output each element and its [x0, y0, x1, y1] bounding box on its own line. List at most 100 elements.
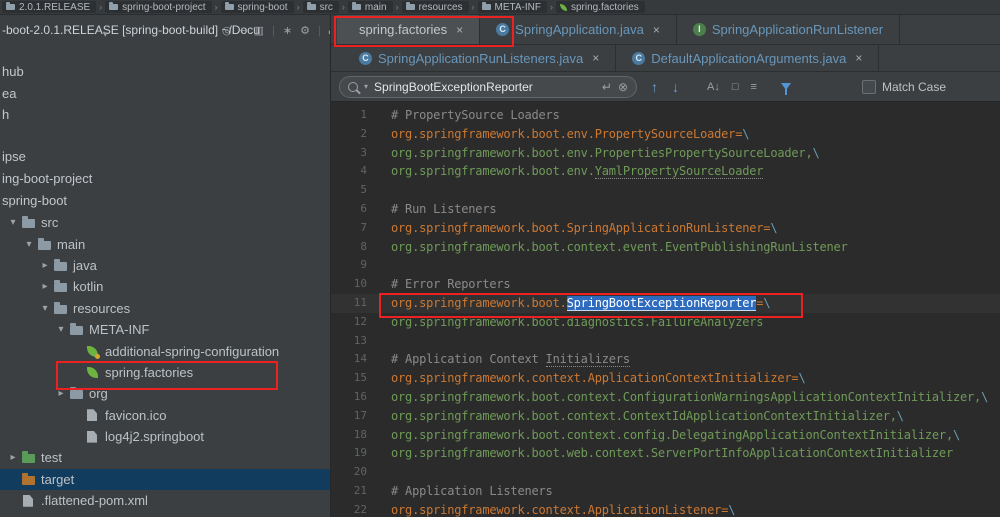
scroll-to-source-icon[interactable]: ∗: [283, 24, 292, 37]
code-line[interactable]: 16 org.springframework.boot.context.Confi…: [331, 388, 1000, 407]
chevron-right-icon[interactable]: ▸: [38, 260, 52, 271]
tree-item-spring-factories[interactable]: spring.factories: [0, 362, 330, 383]
breadcrumb-item-spring-boot[interactable]: spring-boot: [220, 1, 294, 13]
breadcrumb-item-main[interactable]: main: [347, 1, 393, 13]
code-line[interactable]: 3 org.springframework.boot.env.Properties…: [331, 144, 1000, 163]
settings-gear-icon[interactable]: ⚙: [300, 24, 310, 37]
breadcrumb-item-release[interactable]: 2.0.1.RELEASE: [2, 1, 97, 13]
code-line[interactable]: 10 # Error Reporters: [331, 275, 1000, 294]
project-tree: ▾ src ▾ main ▸ java ▸ kotlin ▾ resources…: [0, 212, 330, 511]
chevron-down-icon[interactable]: ▾: [38, 303, 52, 314]
tree-item-test[interactable]: ▸ test: [0, 447, 330, 468]
code-line[interactable]: 21 # Application Listeners: [331, 482, 1000, 501]
chevron-down-icon[interactable]: ▾: [54, 324, 68, 335]
code-line[interactable]: 20: [331, 463, 1000, 482]
folder-icon: [68, 323, 84, 336]
code-line[interactable]: 17 org.springframework.boot.context.Conte…: [331, 407, 1000, 426]
breadcrumb-item-src[interactable]: src: [302, 1, 339, 13]
chevron-right-icon[interactable]: ▸: [38, 281, 52, 292]
code-line[interactable]: 19 org.springframework.boot.web.context.S…: [331, 444, 1000, 463]
tree-item-java[interactable]: ▸ java: [0, 255, 330, 276]
code-token: Initializers: [545, 352, 630, 368]
tree-item-main[interactable]: ▾ main: [0, 233, 330, 254]
close-icon[interactable]: ×: [653, 23, 660, 37]
code-line[interactable]: 2 org.springframework.boot.env.PropertySo…: [331, 125, 1000, 144]
tab-spring-application-java[interactable]: C SpringApplication.java ×: [480, 15, 677, 44]
code-line[interactable]: 4 org.springframework.boot.env.YamlProper…: [331, 162, 1000, 181]
tree-item-additional-spring-configuration[interactable]: additional-spring-configuration: [0, 340, 330, 361]
tree-item-label: spring.factories: [105, 364, 194, 380]
code-line[interactable]: 15 org.springframework.context.Applicatio…: [331, 369, 1000, 388]
insert-newline-icon[interactable]: ↵: [602, 80, 612, 94]
code-token: # Run Listeners: [391, 201, 497, 216]
layout-icon[interactable]: ▥: [254, 24, 264, 37]
code-token: org.springframework.context.ApplicationL…: [391, 502, 729, 517]
close-icon[interactable]: ×: [592, 51, 599, 65]
search-input[interactable]: ▾ SpringBootExceptionReporter ↵ ⊗: [339, 75, 637, 98]
line-number: 4: [360, 164, 367, 178]
code-line[interactable]: 7 org.springframework.boot.SpringApplicat…: [331, 219, 1000, 238]
code-line[interactable]: 6 # Run Listeners: [331, 200, 1000, 219]
chevron-down-icon[interactable]: ▾: [103, 29, 108, 40]
code-line[interactable]: 18 org.springframework.boot.context.confi…: [331, 426, 1000, 445]
locate-icon[interactable]: ◎: [222, 24, 232, 37]
code-line[interactable]: 22 org.springframework.context.Applicatio…: [331, 501, 1000, 517]
line-number: 12: [353, 314, 367, 328]
chevron-down-icon[interactable]: ▾: [22, 239, 36, 250]
tab-spring-application-run-listeners-java[interactable]: C SpringApplicationRunListeners.java ×: [343, 45, 617, 71]
split-icon[interactable]: ÷: [240, 25, 246, 37]
line-number: 16: [353, 389, 367, 403]
tab-default-application-arguments-java[interactable]: C DefaultApplicationArguments.java ×: [616, 45, 880, 71]
tree-item-org[interactable]: ▸ org: [0, 383, 330, 404]
next-match-icon[interactable]: ↓: [672, 79, 679, 95]
code-line[interactable]: 14 # Application Context Initializers: [331, 350, 1000, 369]
tree-item-target[interactable]: target: [0, 468, 330, 491]
tab-spring-application-run-listener[interactable]: I SpringApplicationRunListener: [677, 15, 901, 44]
tree-item-label: java: [73, 257, 97, 273]
show-all-occurrences-icon[interactable]: ≡: [751, 81, 757, 93]
code-line[interactable]: 13: [331, 332, 1000, 351]
tree-item-src[interactable]: ▾ src: [0, 212, 330, 233]
filter-icon[interactable]: [780, 83, 791, 95]
open-results-in-window-icon[interactable]: □: [732, 81, 739, 93]
tree-item-resources[interactable]: ▾ resources: [0, 298, 330, 319]
breadcrumb-item-spring-factories[interactable]: spring.factories: [555, 1, 645, 13]
tree-item-log4j2-springboot[interactable]: log4j2.springboot: [0, 426, 330, 447]
code-line[interactable]: 8 org.springframework.boot.context.event.…: [331, 238, 1000, 257]
close-icon[interactable]: ×: [456, 23, 463, 37]
chevron-down-icon[interactable]: ▾: [6, 217, 20, 228]
code-line[interactable]: 12 org.springframework.boot.diagnostics.F…: [331, 313, 1000, 332]
code-token: \: [896, 408, 904, 423]
code-line[interactable]: 1 # PropertySource Loaders: [331, 106, 1000, 125]
tree-item-kotlin[interactable]: ▸ kotlin: [0, 276, 330, 297]
test-folder-icon: [20, 451, 36, 464]
code-token: \: [742, 126, 750, 141]
tree-item-label: log4j2.springboot: [105, 429, 205, 445]
breadcrumb-item-spring-boot-project[interactable]: spring-boot-project: [105, 1, 212, 13]
breadcrumb-separator: ›: [549, 2, 553, 12]
class-icon: C: [632, 51, 646, 65]
search-history-chevron-icon[interactable]: ▾: [364, 82, 368, 91]
match-case-label[interactable]: Match Case: [882, 80, 946, 94]
code-line[interactable]: 9: [331, 256, 1000, 275]
code-line-current[interactable]: 11 org.springframework.boot.SpringBootExc…: [331, 293, 1000, 313]
file-icon: [20, 494, 36, 507]
sort-results-icon[interactable]: A↓: [707, 81, 720, 93]
breadcrumb-item-meta-inf[interactable]: META-INF: [477, 1, 547, 13]
clear-search-icon[interactable]: ⊗: [618, 80, 628, 94]
code-token: \: [798, 371, 806, 386]
chevron-right-icon[interactable]: ▸: [54, 388, 68, 399]
search-query-text[interactable]: SpringBootExceptionReporter: [374, 80, 533, 94]
chevron-right-icon[interactable]: ▸: [6, 452, 20, 463]
code-line[interactable]: 5: [331, 181, 1000, 200]
previous-match-icon[interactable]: ↑: [651, 79, 658, 95]
tree-item-flattened-pom[interactable]: .flattened-pom.xml: [0, 490, 330, 511]
code-token: org.springframework.boot.context.Context…: [391, 408, 897, 423]
match-case-checkbox[interactable]: [861, 79, 876, 94]
breadcrumb-separator: ›: [99, 2, 103, 12]
tree-item-favicon[interactable]: favicon.ico: [0, 405, 330, 426]
breadcrumb-item-resources[interactable]: resources: [401, 1, 469, 13]
close-icon[interactable]: ×: [855, 51, 862, 65]
tab-spring-factories[interactable]: spring.factories ×: [337, 15, 481, 44]
tree-item-meta-inf[interactable]: ▾ META-INF: [0, 319, 330, 340]
